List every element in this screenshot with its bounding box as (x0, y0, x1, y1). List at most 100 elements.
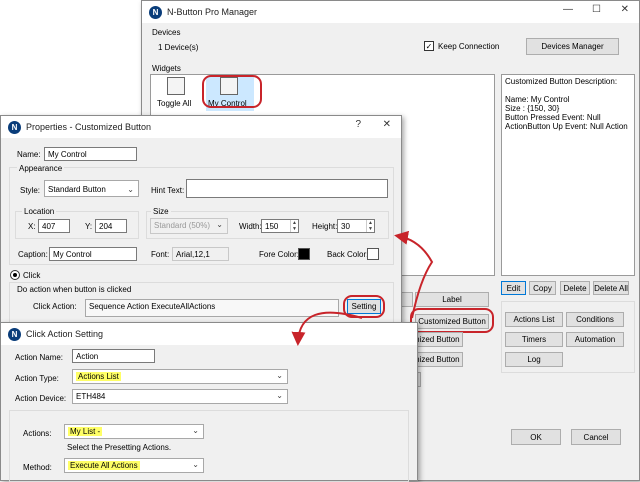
select-hint: Select the Presetting Actions. (67, 443, 172, 452)
cas-title: Click Action Setting (26, 329, 104, 339)
action-device-select[interactable]: ETH484 ⌄ (72, 389, 288, 404)
description-line: Button Pressed Event: Null (505, 113, 601, 122)
close-icon[interactable]: ✕ (383, 119, 391, 130)
size-value: Standard (50%) (154, 221, 211, 230)
x-label: X: (28, 222, 36, 231)
chevron-down-icon: ⌄ (192, 426, 199, 435)
actions-label: Actions: (23, 429, 52, 438)
description-panel: Customized Button Description: Name: My … (501, 74, 635, 276)
conditions-button[interactable]: Conditions (566, 312, 624, 327)
actions-value: My List - (68, 427, 103, 436)
device-count: 1 Device(s) (158, 43, 199, 52)
click-action-setting-window: N Click Action Setting Action Name: Acti… (0, 322, 418, 482)
back-color-swatch[interactable] (367, 248, 379, 260)
fore-color-label: Fore Color: (259, 250, 300, 259)
description-line: Size : {150, 30} (505, 104, 560, 113)
setting-annotation-ring (343, 295, 385, 318)
chevron-down-icon: ⌄ (216, 220, 223, 229)
keep-connection-checkbox[interactable]: ✓ (424, 41, 434, 51)
name-label: Name: (17, 150, 41, 159)
cancel-button[interactable]: Cancel (571, 429, 621, 445)
properties-window: N Properties - Customized Button ? ✕ Nam… (0, 115, 402, 332)
method-select[interactable]: Execute All Actions ⌄ (64, 458, 204, 473)
appearance-label: Appearance (17, 164, 65, 173)
width-spinner[interactable]: ▲ ▼ (290, 220, 298, 232)
close-icon[interactable]: ✕ (621, 4, 629, 15)
actions-select[interactable]: My List - ⌄ (64, 424, 204, 439)
help-icon[interactable]: ? (355, 119, 361, 130)
keep-connection-label: Keep Connection (438, 42, 500, 51)
app-logo-icon: N (149, 5, 162, 19)
app-logo-icon: N (8, 120, 21, 134)
chevron-down-icon: ⌄ (127, 185, 134, 194)
properties-titlebar: N Properties - Customized Button ? ✕ (1, 116, 401, 138)
caption-label: Caption: (18, 250, 48, 259)
chevron-down-icon: ⌄ (276, 391, 283, 400)
height-spinner[interactable]: ▲ ▼ (366, 220, 374, 232)
width-label: Width: (239, 222, 262, 231)
properties-title: Properties - Customized Button (26, 122, 152, 132)
style-value: Standard Button (48, 185, 106, 194)
chevron-down-icon: ⌄ (276, 371, 283, 380)
customized-button-annotation-ring (410, 308, 494, 333)
click-label: Click (23, 271, 41, 280)
manager-title: N-Button Pro Manager (167, 7, 258, 17)
action-device-value: ETH484 (76, 392, 106, 401)
devices-manager-button[interactable]: Devices Manager (526, 38, 619, 55)
x-field[interactable]: 407 (38, 219, 70, 233)
action-name-label: Action Name: (15, 353, 64, 362)
hint-text-label: Hint Text: (151, 186, 185, 195)
font-label: Font: (151, 250, 170, 259)
widget-toggle-all-icon (167, 77, 185, 95)
font-field[interactable]: Arial,12,1 (172, 247, 229, 261)
style-label: Style: (20, 186, 41, 195)
style-select[interactable]: Standard Button ⌄ (44, 180, 139, 197)
click-radio[interactable] (10, 270, 20, 280)
action-type-select[interactable]: Actions List ⌄ (72, 369, 288, 384)
description-title: Customized Button Description: (505, 77, 618, 86)
fore-color-swatch[interactable] (298, 248, 310, 260)
copy-button[interactable]: Copy (529, 281, 556, 295)
automation-button[interactable]: Automation (566, 332, 624, 347)
location-label: Location (22, 207, 57, 216)
y-label: Y: (85, 222, 93, 231)
my-control-annotation-ring (202, 75, 262, 108)
cas-titlebar: N Click Action Setting (1, 323, 417, 345)
chevron-down-icon: ⌄ (192, 460, 199, 469)
action-name-field[interactable]: Action (72, 349, 155, 363)
size-select[interactable]: Standard (50%) ⌄ (150, 218, 228, 234)
do-action-label: Do action when button is clicked (17, 285, 132, 294)
app-logo-icon: N (8, 327, 21, 341)
manager-titlebar: N N-Button Pro Manager — ☐ ✕ (142, 1, 639, 23)
hint-text-field[interactable] (186, 179, 388, 198)
action-device-label: Action Device: (15, 394, 67, 403)
method-label: Method: (23, 463, 52, 472)
widget-toggle-all-label: Toggle All (157, 99, 192, 108)
ok-button[interactable]: OK (511, 429, 561, 445)
maximize-icon[interactable]: ☐ (592, 4, 601, 15)
widget-toggle-all[interactable]: Toggle All (157, 77, 197, 111)
size-label: Size (151, 207, 171, 216)
description-line: ActionButton Up Event: Null Action (505, 122, 628, 131)
devices-label: Devices (152, 28, 181, 37)
name-field[interactable]: My Control (44, 147, 137, 161)
actions-list-button[interactable]: Actions List (505, 312, 563, 327)
action-type-label: Action Type: (15, 374, 59, 383)
click-action-label: Click Action: (33, 302, 77, 311)
click-action-field[interactable]: Sequence Action ExecuteAllActions (85, 299, 339, 317)
back-color-label: Back Color: (327, 250, 369, 259)
delete-button[interactable]: Delete (560, 281, 590, 295)
log-button[interactable]: Log (505, 352, 563, 367)
height-label: Height: (312, 222, 338, 231)
method-value: Execute All Actions (68, 461, 140, 470)
description-line: Name: My Control (505, 95, 570, 104)
y-field[interactable]: 204 (95, 219, 127, 233)
minimize-icon[interactable]: — (563, 4, 573, 15)
caption-field[interactable]: My Control (49, 247, 137, 261)
widgets-label: Widgets (152, 64, 181, 73)
action-type-value: Actions List (76, 372, 121, 381)
delete-all-button[interactable]: Delete All (593, 281, 629, 295)
label-button[interactable]: Label (415, 292, 489, 307)
edit-button[interactable]: Edit (501, 281, 526, 295)
timers-button[interactable]: Timers (505, 332, 563, 347)
